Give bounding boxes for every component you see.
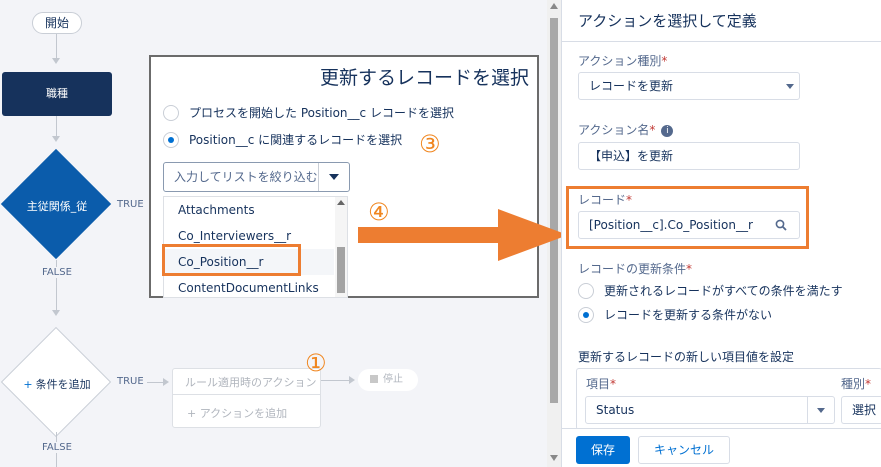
immediate-actions-box[interactable]: ルール適用時のアクション + アクションを追加 xyxy=(172,368,321,428)
connector-arrow xyxy=(349,376,355,384)
criteria-node-job[interactable]: 職種 xyxy=(2,72,112,116)
radio-button-selected[interactable] xyxy=(578,306,594,323)
combobox-placeholder: 入力してリストを絞り込む xyxy=(174,170,318,184)
scrollbar-thumb[interactable] xyxy=(337,247,345,293)
dropdown-arrow-icon[interactable] xyxy=(329,174,339,180)
annotation-1: ① xyxy=(305,349,327,377)
new-values-label: 更新するレコードの新しい項目値を設定 xyxy=(578,350,795,364)
update-condition-label: レコードの更新条件* xyxy=(578,262,693,276)
radio-option-start-record[interactable]: プロセスを開始した Position__c レコードを選択 xyxy=(163,104,454,121)
scroll-up-icon[interactable] xyxy=(550,3,558,9)
scroll-down-icon[interactable] xyxy=(550,455,558,461)
edge-true-label: TRUE xyxy=(117,199,144,210)
connector xyxy=(321,380,351,381)
radio-label: 更新されるレコードがすべての条件を満たす xyxy=(604,284,843,298)
edge-false-label: FALSE xyxy=(42,442,72,453)
action-box-title: ルール適用時のアクション xyxy=(185,376,317,389)
type-label: 種別* xyxy=(841,377,872,391)
decision-node-label: 主従関係_従 xyxy=(26,200,88,213)
list-item[interactable]: Attachments xyxy=(164,197,334,223)
radio-button[interactable] xyxy=(578,282,594,299)
pointer-arrow-icon xyxy=(358,209,568,261)
stop-icon xyxy=(370,375,378,383)
highlight-record-field xyxy=(566,186,809,249)
connector xyxy=(56,34,57,60)
field-values-section: 項目* 種別* Status 選択 xyxy=(576,368,881,430)
connector-arrow xyxy=(52,58,60,64)
radio-button-selected[interactable] xyxy=(163,131,179,148)
edge-true-label: TRUE xyxy=(117,376,144,387)
condition-option-all[interactable]: 更新されるレコードがすべての条件を満たす xyxy=(578,282,843,299)
save-button[interactable]: 保存 xyxy=(576,436,630,464)
radio-label: Position__c に関連するレコードを選択 xyxy=(189,133,403,147)
connector-arrow xyxy=(52,136,60,142)
chevron-down-icon xyxy=(786,84,794,89)
radio-label: プロセスを開始した Position__c レコードを選択 xyxy=(189,106,454,120)
action-type-select[interactable]: レコードを更新 xyxy=(578,72,800,100)
connector-arrow xyxy=(163,378,169,386)
cancel-button[interactable]: キャンセル xyxy=(638,436,730,464)
radio-label: レコードを更新する条件がない xyxy=(604,308,773,322)
info-icon[interactable]: i xyxy=(661,124,674,137)
edge-false-label: FALSE xyxy=(42,267,72,278)
divider xyxy=(318,163,319,191)
action-name-input[interactable]: 【申込】を更新 xyxy=(578,142,800,170)
action-type-label: アクション種別* xyxy=(578,54,668,68)
action-type-value: レコードを更新 xyxy=(589,79,674,93)
radio-option-related-record[interactable]: Position__c に関連するレコードを選択 xyxy=(163,131,402,148)
plus-icon: + xyxy=(23,378,33,391)
divider xyxy=(807,397,808,423)
condition-option-none[interactable]: レコードを更新する条件がない xyxy=(578,306,772,323)
stop-node: 停止 xyxy=(358,369,418,391)
add-criteria-text: 条件を追加 xyxy=(35,378,91,391)
connector-arrow xyxy=(52,310,60,316)
connector xyxy=(56,116,57,138)
field-label: 項目* xyxy=(586,377,617,391)
scroll-up-icon[interactable] xyxy=(337,200,345,205)
field-select[interactable]: Status xyxy=(585,396,835,424)
related-record-combobox[interactable]: 入力してリストを絞り込む xyxy=(163,162,350,192)
radio-button[interactable] xyxy=(163,104,179,121)
panel-title: アクションを選択して定義 xyxy=(562,0,881,42)
start-node[interactable]: 開始 xyxy=(32,12,82,34)
divider xyxy=(173,394,320,395)
action-name-label: アクション名* i xyxy=(578,121,674,138)
stop-label: 停止 xyxy=(383,374,403,385)
field-value: Status xyxy=(596,403,635,417)
add-criteria-label[interactable]: + 条件を追加 xyxy=(2,376,112,392)
list-scrollbar[interactable] xyxy=(335,197,347,297)
annotation-3: ③ xyxy=(419,130,441,158)
chevron-down-icon xyxy=(817,408,825,413)
list-item[interactable]: ContentDocumentLinks xyxy=(164,275,334,297)
add-action-link[interactable]: + アクションを追加 xyxy=(187,405,287,421)
popup-title: 更新するレコードを選択 xyxy=(319,67,529,89)
type-select[interactable]: 選択 xyxy=(841,396,881,424)
highlight-list-item xyxy=(162,244,301,276)
panel-footer: 保存 キャンセル xyxy=(562,428,881,467)
